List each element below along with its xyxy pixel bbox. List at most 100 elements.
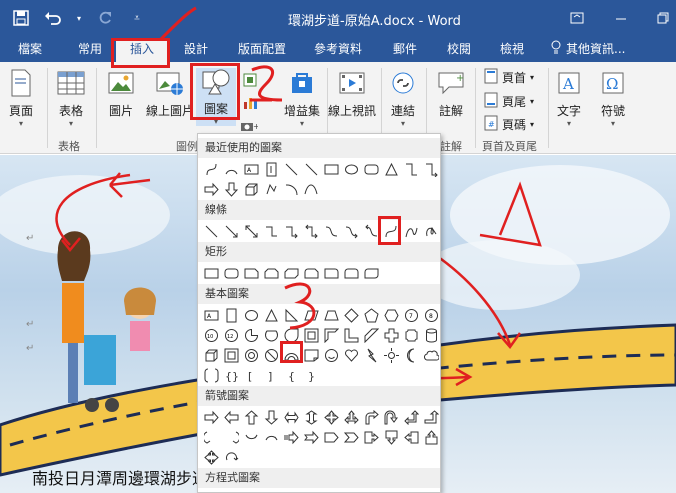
minimize-icon[interactable]	[610, 8, 632, 28]
shape-line-2[interactable]	[302, 160, 320, 178]
shape-right-brace[interactable]: }	[302, 366, 320, 384]
shape-arrow-u-turn[interactable]	[382, 408, 400, 426]
shape-arrow-left-right[interactable]	[282, 408, 300, 426]
save-icon[interactable]	[10, 8, 32, 28]
shape-cross[interactable]	[382, 326, 400, 344]
shape-arrow-curved-up[interactable]	[242, 428, 260, 446]
shape-dodecagon[interactable]: 12	[222, 326, 240, 344]
table-button[interactable]: 表格 ▾	[56, 68, 86, 129]
shape-right-arrow[interactable]	[202, 180, 220, 198]
shape-decagon[interactable]: 10	[202, 326, 220, 344]
shape-elbow-arrow-2[interactable]	[282, 222, 300, 240]
shape-arrow-up-down[interactable]	[302, 408, 320, 426]
shape-heptagon[interactable]: 7	[402, 306, 420, 324]
undo-dropdown-icon[interactable]: ▾	[74, 8, 84, 28]
shape-folded-corner[interactable]	[302, 346, 320, 364]
shape-can[interactable]	[422, 326, 440, 344]
shape-octagon[interactable]: 8	[422, 306, 440, 324]
tab-review[interactable]: 校閱	[437, 40, 481, 62]
shape-basic-text-box[interactable]: A	[202, 306, 220, 324]
shape-right-bracket[interactable]: ]	[262, 366, 280, 384]
shape-callout-up[interactable]	[422, 428, 440, 446]
footer-button[interactable]: 頁尾 ▾	[484, 92, 534, 111]
shape-double-bracket[interactable]	[202, 366, 220, 384]
shape-heart[interactable]	[342, 346, 360, 364]
shape-pie[interactable]	[242, 326, 260, 344]
shapes-gallery[interactable]: 最近使用的圖案 A 線條 矩形 基本圖案 A 7 8 10 12 {} [] …	[197, 133, 441, 493]
online-picture-button[interactable]: 線上圖片	[146, 68, 194, 119]
page-button[interactable]: 頁面 ▾	[6, 68, 36, 129]
shape-lightning[interactable]	[362, 346, 380, 364]
chart-button[interactable]	[242, 94, 258, 113]
shape-rectangle[interactable]	[322, 160, 340, 178]
tab-mailings[interactable]: 郵件	[383, 40, 427, 62]
shape-down-arrow[interactable]	[222, 180, 240, 198]
shape-plaque[interactable]	[402, 326, 420, 344]
shape-rounded-rectangle[interactable]	[362, 160, 380, 178]
shape-pentagon[interactable]	[362, 306, 380, 324]
shape-rect[interactable]	[202, 264, 220, 282]
shape-chord[interactable]	[262, 326, 280, 344]
shape-cube-basic[interactable]	[202, 346, 220, 364]
shape-no-symbol[interactable]	[262, 346, 280, 364]
shape-frame[interactable]	[302, 326, 320, 344]
shape-smiley[interactable]	[322, 346, 340, 364]
online-video-button[interactable]: 線上視訊	[328, 68, 376, 119]
tab-home[interactable]: 常用	[66, 40, 114, 62]
shape-curved-arrow[interactable]	[342, 222, 360, 240]
shape-left-brace[interactable]: {	[282, 366, 300, 384]
symbol-button[interactable]: Ω 符號 ▾	[598, 68, 628, 129]
shape-rect-round-one[interactable]	[322, 264, 340, 282]
restore-icon[interactable]	[652, 8, 674, 28]
shape-curve[interactable]	[202, 160, 220, 178]
shape-sun[interactable]	[382, 346, 400, 364]
shape-elbow[interactable]	[262, 222, 280, 240]
tell-me-box[interactable]: 其他資訊...	[550, 40, 625, 57]
shape-elbow-arrow[interactable]	[422, 160, 440, 178]
shape-arrow-curved-right[interactable]	[202, 428, 220, 446]
shape-cube[interactable]	[242, 180, 260, 198]
shape-double-arrow-line[interactable]	[242, 222, 260, 240]
shape-basic-triangle[interactable]	[262, 306, 280, 324]
shape-line-arrow[interactable]	[222, 222, 240, 240]
shape-hexagon[interactable]	[382, 306, 400, 324]
tab-layout[interactable]: 版面配置	[230, 40, 294, 62]
shape-rect-snip-diag[interactable]	[282, 264, 300, 282]
shape-parallelogram[interactable]	[302, 306, 320, 324]
shape-moon[interactable]	[402, 346, 420, 364]
tab-design[interactable]: 設計	[174, 40, 218, 62]
tab-file[interactable]: 檔案	[8, 40, 52, 62]
shape-diamond[interactable]	[342, 306, 360, 324]
shape-arrow-left-right-up[interactable]	[342, 408, 360, 426]
shape-basic-vtext-box[interactable]	[222, 306, 240, 324]
addins-button[interactable]: 增益集 ▾	[284, 68, 320, 129]
shape-arc[interactable]	[222, 160, 240, 178]
shape-vertical-text-box[interactable]	[262, 160, 280, 178]
shape-arrow-right[interactable]	[202, 408, 220, 426]
shape-arrow-striped[interactable]	[282, 428, 300, 446]
shape-rect-snip-two[interactable]	[262, 264, 280, 282]
undo-icon[interactable]	[42, 8, 64, 28]
shape-callout-right[interactable]	[362, 428, 380, 446]
shape-arrow-curved-down[interactable]	[262, 428, 280, 446]
shape-donut[interactable]	[242, 346, 260, 364]
shape-oval[interactable]	[342, 160, 360, 178]
shape-curved-connector[interactable]	[322, 222, 340, 240]
shape-callout-quad[interactable]	[202, 448, 220, 466]
shape-freeform-line[interactable]	[402, 222, 420, 240]
shape-double-brace[interactable]: {}	[222, 366, 240, 384]
shape-elbow-double-arrow[interactable]	[302, 222, 320, 240]
text-button[interactable]: A 文字 ▾	[554, 68, 584, 129]
shape-rect-snip-round[interactable]	[302, 264, 320, 282]
shape-half-frame[interactable]	[322, 326, 340, 344]
shape-arrow-bent-up[interactable]	[422, 408, 440, 426]
shape-left-bracket[interactable]: [	[242, 366, 260, 384]
shape-scribble[interactable]	[422, 222, 440, 240]
shape-arrow-curved-left[interactable]	[222, 428, 240, 446]
shape-trapezoid[interactable]	[322, 306, 340, 324]
shape-arrow-notched[interactable]	[302, 428, 320, 446]
comment-button[interactable]: + 註解	[436, 68, 466, 119]
shape-diagonal-stripe[interactable]	[362, 326, 380, 344]
page-number-button[interactable]: # 頁碼 ▾	[484, 115, 534, 134]
shape-arrow-quad[interactable]	[322, 408, 340, 426]
